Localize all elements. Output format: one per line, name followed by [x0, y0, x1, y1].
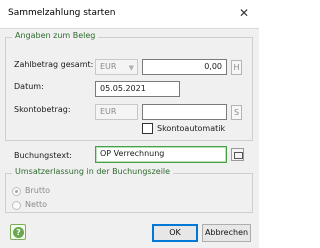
skonto-input[interactable] [142, 104, 227, 120]
title-bar: Sammelzahlung starten ✕ [0, 0, 259, 28]
buchungstext-label: Buchungstext: [14, 151, 72, 160]
brutto-radio[interactable] [12, 187, 21, 196]
close-icon[interactable]: ✕ [236, 5, 252, 21]
skonto-label: Skontobetrag: [14, 105, 71, 114]
netto-radio[interactable] [12, 201, 21, 210]
cancel-button[interactable]: Abbrechen [202, 224, 251, 242]
group-beleg-legend: Angaben zum Beleg [12, 31, 99, 40]
zahlbetrag-currency-select: EUR ▼ [95, 59, 138, 75]
help-button[interactable]: ? [10, 224, 26, 240]
zahlbetrag-label: Zahlbetrag gesamt: [14, 60, 94, 69]
skonto-currency-field: EUR [95, 104, 138, 120]
chevron-down-icon: ▼ [128, 64, 134, 72]
zahlbetrag-soll-haben-tag: H [231, 60, 242, 75]
brutto-label: Brutto [25, 186, 51, 195]
help-icon: ? [13, 227, 24, 238]
window-title: Sammelzahlung starten [8, 8, 116, 18]
skontoautomatik-checkbox[interactable] [142, 123, 153, 134]
zahlbetrag-input[interactable]: 0,00 [142, 59, 227, 75]
ok-button[interactable]: OK [152, 224, 198, 242]
skontoautomatik-label: Skontoautomatik [157, 124, 226, 133]
zahlbetrag-currency-value: EUR [100, 62, 117, 71]
datum-label: Datum: [14, 82, 44, 91]
lookup-icon[interactable] [231, 148, 244, 161]
group-ust-legend: Umsatzerlassung in der Buchungszeile [12, 167, 174, 176]
buchungstext-input[interactable]: OP Verrechnung [95, 146, 227, 163]
datum-input[interactable]: 05.05.2021 [95, 81, 180, 97]
netto-label: Netto [25, 200, 48, 209]
skonto-soll-haben-tag: S [231, 105, 242, 120]
